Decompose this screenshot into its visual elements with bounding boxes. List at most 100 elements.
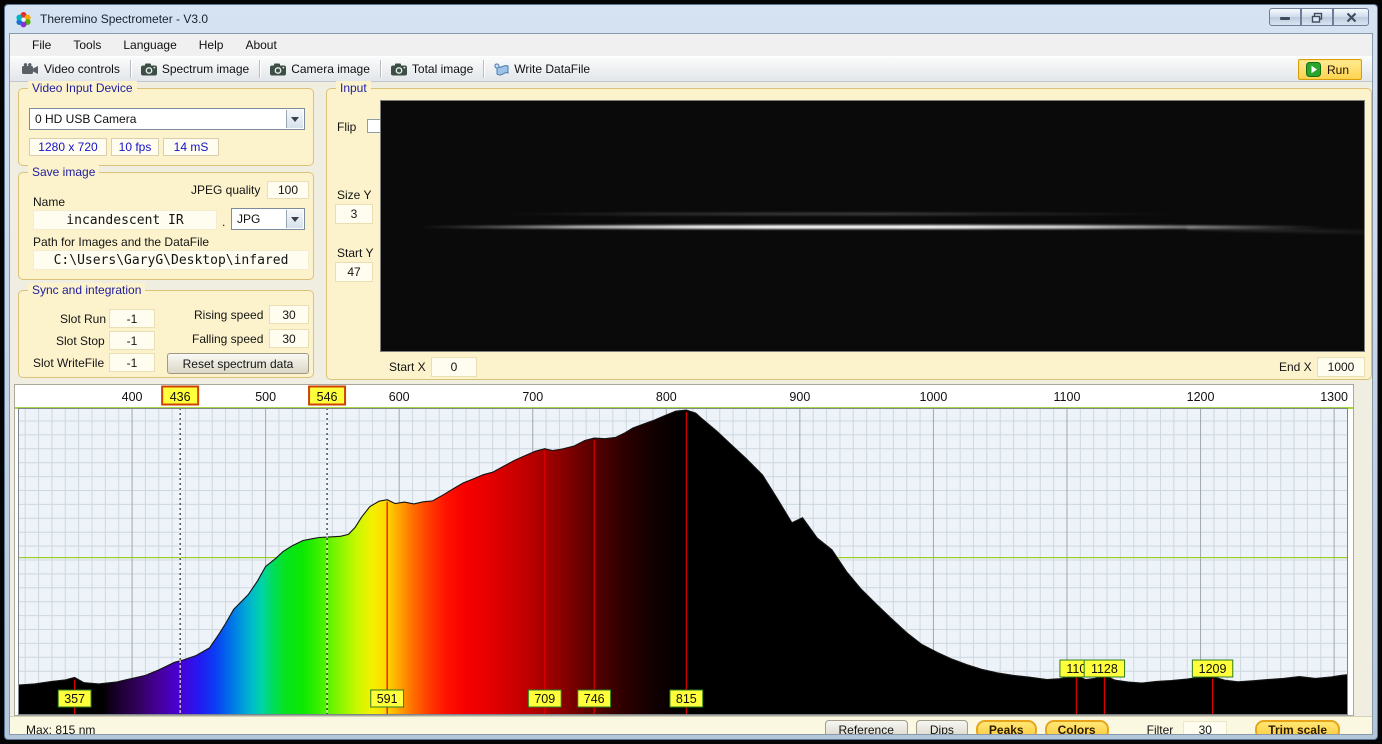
app-window: Theremino Spectrometer - V3.0 File bbox=[0, 0, 1382, 744]
slot-stop-field[interactable]: -1 bbox=[109, 331, 155, 350]
toolbar: Video controls Spectrum image bbox=[10, 56, 1372, 82]
menu-tools[interactable]: Tools bbox=[63, 36, 111, 54]
toolbar-separator bbox=[130, 60, 131, 78]
image-name-field[interactable]: incandescent IR bbox=[33, 210, 217, 230]
filter-field[interactable]: 30 bbox=[1183, 721, 1227, 736]
peak-label: 746 bbox=[584, 692, 605, 706]
minimize-button[interactable] bbox=[1269, 8, 1301, 26]
camera-icon bbox=[270, 63, 286, 76]
falling-speed-field[interactable]: 30 bbox=[269, 329, 309, 348]
total-image-button[interactable]: Total image bbox=[383, 60, 481, 78]
video-input-group-title: Video Input Device bbox=[28, 81, 137, 95]
slot-run-field[interactable]: -1 bbox=[109, 309, 155, 328]
total-image-label: Total image bbox=[412, 62, 473, 76]
video-camera-icon bbox=[22, 63, 39, 76]
colors-button[interactable]: Colors bbox=[1045, 720, 1109, 736]
menu-language[interactable]: Language bbox=[113, 36, 186, 54]
menu-help[interactable]: Help bbox=[189, 36, 234, 54]
window-body: File Tools Language Help About Video con… bbox=[9, 33, 1373, 735]
peaks-button[interactable]: Peaks bbox=[976, 720, 1037, 736]
max-peak-readout: Max: 815 nm bbox=[26, 723, 95, 736]
end-x-label: End X bbox=[1279, 360, 1312, 374]
filter-label: Filter bbox=[1147, 723, 1174, 736]
axis-tick-label: 600 bbox=[389, 390, 410, 404]
end-x-field[interactable]: 1000 bbox=[1317, 357, 1365, 377]
peak-label: 591 bbox=[377, 692, 398, 706]
rising-speed-label: Rising speed bbox=[194, 308, 263, 322]
path-field[interactable]: C:\Users\GaryG\Desktop\infared bbox=[33, 250, 309, 270]
dips-button[interactable]: Dips bbox=[916, 720, 968, 736]
reference-marker-label: 436 bbox=[170, 390, 191, 404]
toolbar-separator bbox=[380, 60, 381, 78]
save-image-group-title: Save image bbox=[28, 165, 99, 179]
sync-group: Sync and integration Slot Run -1 Slot St… bbox=[18, 290, 314, 378]
start-y-label: Start Y bbox=[337, 246, 373, 260]
flip-label: Flip bbox=[337, 120, 356, 134]
dropdown-arrow-icon[interactable] bbox=[286, 210, 303, 228]
camera-image-button[interactable]: Camera image bbox=[262, 60, 378, 78]
status-bar: Max: 815 nm Reference Dips Peaks Colors … bbox=[10, 716, 1372, 735]
camera-image-label: Camera image bbox=[291, 62, 370, 76]
run-label: Run bbox=[1327, 63, 1349, 77]
path-label: Path for Images and the DataFile bbox=[33, 235, 209, 249]
dot-separator: . bbox=[222, 215, 225, 229]
spectrum-image-button[interactable]: Spectrum image bbox=[133, 60, 257, 78]
fps-value: 10 fps bbox=[111, 138, 159, 156]
save-image-group: Save image JPEG quality 100 Name incande… bbox=[18, 172, 314, 280]
axis-tick-label: 1000 bbox=[920, 390, 948, 404]
start-y-field[interactable]: 47 bbox=[335, 262, 373, 282]
axis-tick-label: 1200 bbox=[1187, 390, 1215, 404]
format-select[interactable]: JPG bbox=[231, 208, 305, 230]
rising-speed-field[interactable]: 30 bbox=[269, 305, 309, 324]
spectrum-image-label: Spectrum image bbox=[162, 62, 249, 76]
toolbar-separator bbox=[483, 60, 484, 78]
reference-button[interactable]: Reference bbox=[825, 720, 908, 736]
flip-checkbox[interactable] bbox=[367, 119, 381, 133]
peak-label: 357 bbox=[64, 692, 85, 706]
video-input-group: Video Input Device 0 HD USB Camera 1280 … bbox=[18, 88, 314, 166]
peak-label: 1209 bbox=[1199, 662, 1227, 676]
camera-icon bbox=[141, 63, 157, 76]
input-group-title: Input bbox=[336, 81, 371, 95]
format-value: JPG bbox=[237, 212, 260, 226]
slot-writefile-field[interactable]: -1 bbox=[109, 353, 155, 372]
spectrum-chart-canvas[interactable]: 3575917097468151101128120940050060070080… bbox=[14, 384, 1354, 716]
write-datafile-button[interactable]: Write DataFile bbox=[486, 60, 598, 78]
video-device-select[interactable]: 0 HD USB Camera bbox=[29, 108, 305, 130]
slot-run-label: Slot Run bbox=[60, 312, 106, 326]
sync-group-title: Sync and integration bbox=[28, 283, 145, 297]
close-button[interactable] bbox=[1333, 8, 1369, 26]
slot-writefile-label: Slot WriteFile bbox=[33, 356, 104, 370]
start-x-field[interactable]: 0 bbox=[431, 357, 477, 377]
name-label: Name bbox=[33, 195, 65, 209]
menu-file[interactable]: File bbox=[22, 36, 61, 54]
reference-marker-label: 546 bbox=[317, 390, 338, 404]
minimize-icon bbox=[1279, 13, 1291, 22]
resolution-value: 1280 x 720 bbox=[29, 138, 107, 156]
axis-tick-label: 400 bbox=[122, 390, 143, 404]
window-frame: Theremino Spectrometer - V3.0 File bbox=[4, 4, 1378, 740]
app-logo-icon bbox=[15, 11, 32, 28]
jpeg-quality-field[interactable]: 100 bbox=[267, 181, 309, 199]
window-title: Theremino Spectrometer - V3.0 bbox=[40, 12, 208, 26]
size-y-label: Size Y bbox=[337, 188, 371, 202]
play-icon bbox=[1306, 62, 1321, 77]
restore-icon bbox=[1311, 12, 1323, 23]
peak-label: 815 bbox=[676, 692, 697, 706]
video-controls-button[interactable]: Video controls bbox=[14, 60, 128, 78]
title-bar[interactable]: Theremino Spectrometer - V3.0 bbox=[5, 5, 1377, 33]
maximize-button[interactable] bbox=[1301, 8, 1333, 26]
spectrum-chart[interactable]: 3575917097468151101128120940050060070080… bbox=[14, 384, 1354, 716]
axis-tick-label: 700 bbox=[522, 390, 543, 404]
camera-preview[interactable] bbox=[380, 100, 1365, 352]
trim-scale-button[interactable]: Trim scale bbox=[1255, 720, 1340, 736]
main-content: Video Input Device 0 HD USB Camera 1280 … bbox=[10, 82, 1372, 718]
axis-tick-label: 500 bbox=[255, 390, 276, 404]
axis-tick-label: 1100 bbox=[1054, 390, 1081, 404]
dropdown-arrow-icon[interactable] bbox=[286, 110, 303, 128]
size-y-field[interactable]: 3 bbox=[335, 204, 373, 224]
run-button[interactable]: Run bbox=[1298, 59, 1362, 80]
menu-bar: File Tools Language Help About bbox=[10, 34, 1372, 56]
reset-spectrum-button[interactable]: Reset spectrum data bbox=[167, 353, 309, 374]
menu-about[interactable]: About bbox=[235, 36, 286, 54]
